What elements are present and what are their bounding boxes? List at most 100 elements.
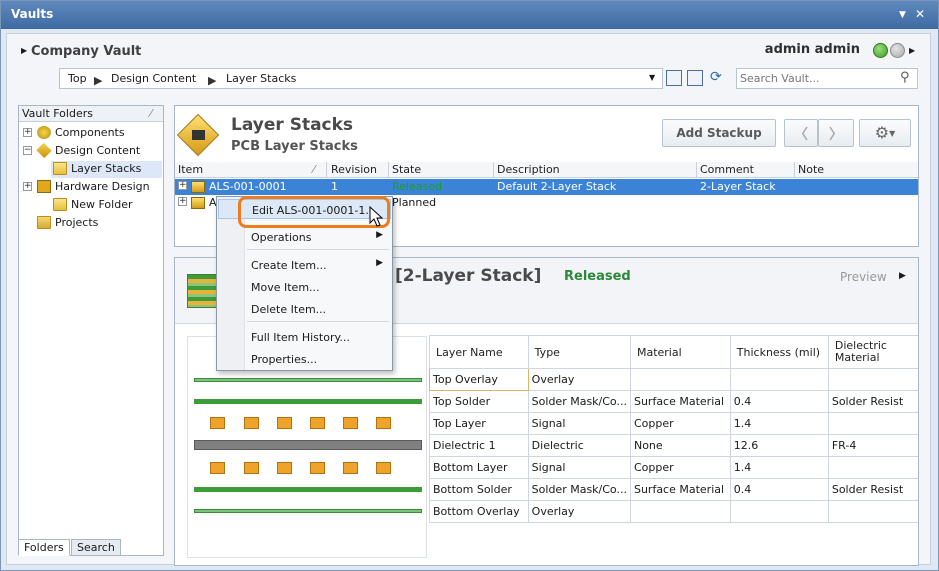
cell-type[interactable]: Solder Mask/Co... — [527, 478, 631, 501]
col-layer-name[interactable]: Layer Name — [429, 335, 529, 369]
table-row[interactable]: Dielectric 1 Dielectric None 12.6 FR-4 — [429, 434, 918, 457]
cell-dielectric-material[interactable] — [827, 368, 918, 391]
more-arrow-icon[interactable]: ▶ — [909, 46, 915, 55]
cell-type[interactable]: Overlay — [527, 500, 631, 523]
preview-label[interactable]: Preview — [840, 270, 887, 284]
col-description[interactable]: Description — [497, 163, 560, 176]
cell-type[interactable]: Overlay — [527, 368, 631, 391]
cell-dielectric-material[interactable] — [827, 500, 918, 523]
table-row[interactable]: Top Layer Signal Copper 1.4 — [429, 412, 918, 435]
refresh-icon[interactable]: ⟳ — [710, 69, 722, 85]
view-list-icon[interactable] — [666, 70, 682, 86]
dropdown-icon[interactable]: ▼ — [899, 10, 906, 20]
cell-thickness[interactable]: 1.4 — [729, 456, 829, 479]
window-title: Vaults — [11, 7, 54, 21]
col-dielectric-material[interactable]: Dielectric Material — [827, 335, 918, 369]
next-button[interactable]: 〉 — [818, 119, 854, 147]
tree-item-label: Components — [55, 126, 125, 139]
close-icon[interactable]: ✕ — [915, 7, 925, 21]
cell-type[interactable]: Signal — [527, 456, 631, 479]
cell-material[interactable]: None — [629, 434, 731, 457]
cell-thickness[interactable] — [729, 500, 829, 523]
cell-thickness[interactable]: 0.4 — [729, 478, 829, 501]
grid-header: Item ⁄ Revision State Description Commen… — [175, 162, 918, 178]
tab-search[interactable]: Search — [71, 539, 121, 556]
cell-dielectric-material[interactable] — [827, 412, 918, 435]
col-comment[interactable]: Comment — [700, 163, 754, 176]
col-note[interactable]: Note — [798, 163, 824, 176]
cell-layer-name[interactable]: Top Overlay — [429, 368, 529, 391]
cell-thickness[interactable]: 12.6 — [729, 434, 829, 457]
menu-item-properties[interactable]: Properties... — [218, 349, 391, 369]
cell-dielectric-material[interactable]: Solder Resist — [827, 478, 918, 501]
sort-icon[interactable]: ⁄ — [313, 163, 315, 176]
preview-arrow-icon[interactable]: ▶ — [899, 271, 906, 281]
gear-icon[interactable]: ⚙▼ — [859, 119, 911, 147]
cell-dielectric-material[interactable] — [827, 456, 918, 479]
cell-layer-name[interactable]: Top Layer — [429, 412, 529, 435]
col-type[interactable]: Type — [527, 335, 631, 369]
menu-item-label: Move Item... — [251, 281, 320, 294]
search-icon[interactable]: ⚲ — [900, 70, 910, 85]
cell-layer-name[interactable]: Dielectric 1 — [429, 434, 529, 457]
add-stackup-button[interactable]: Add Stackup — [662, 119, 776, 147]
search-box: ⚲ — [736, 68, 918, 89]
breadcrumb-design-content[interactable]: Design Content — [111, 72, 196, 85]
col-thickness[interactable]: Thickness (mil) — [729, 335, 829, 369]
expand-icon[interactable]: + — [23, 182, 32, 191]
tree-item-layer-stacks[interactable]: Layer Stacks — [51, 161, 162, 178]
menu-item-full-item-history[interactable]: Full Item History... — [218, 327, 391, 347]
folder-icon — [53, 198, 67, 211]
cell-material[interactable] — [629, 500, 731, 523]
col-material[interactable]: Material — [629, 335, 731, 369]
prev-button[interactable]: 〈 — [784, 119, 818, 147]
search-input[interactable] — [740, 71, 890, 86]
cell-type[interactable]: Solder Mask/Co... — [527, 390, 631, 413]
expand-icon[interactable]: + — [23, 128, 32, 137]
cell-thickness[interactable] — [729, 368, 829, 391]
cell-type[interactable]: Dielectric — [527, 434, 631, 457]
breadcrumb-layer-stacks[interactable]: Layer Stacks — [226, 72, 296, 85]
table-row[interactable]: Bottom Layer Signal Copper 1.4 — [429, 456, 918, 479]
table-row[interactable]: Top Solder Solder Mask/Co... Surface Mat… — [429, 390, 918, 413]
collapse-icon[interactable]: − — [23, 146, 32, 155]
breadcrumb-top[interactable]: Top — [68, 72, 87, 85]
cell-thickness[interactable]: 0.4 — [729, 390, 829, 413]
menu-item-label: Operations — [251, 231, 312, 244]
menu-item-create-item[interactable]: Create Item... ▶ — [218, 255, 391, 275]
cell-dielectric-material[interactable]: FR-4 — [827, 434, 918, 457]
table-row[interactable]: Top Overlay Overlay — [429, 368, 918, 391]
forward-icon[interactable] — [890, 43, 905, 58]
back-icon[interactable] — [873, 43, 888, 58]
expand-icon[interactable]: + — [178, 181, 187, 190]
col-item[interactable]: Item — [178, 163, 203, 176]
cell-material[interactable]: Surface Material — [629, 478, 731, 501]
cell-layer-name[interactable]: Bottom Solder — [429, 478, 529, 501]
cell-material[interactable]: Surface Material — [629, 390, 731, 413]
cell-layer-name[interactable]: Bottom Overlay — [429, 500, 529, 523]
cell-layer-name[interactable]: Bottom Layer — [429, 456, 529, 479]
table-row[interactable]: Bottom Overlay Overlay — [429, 500, 918, 523]
cell-type[interactable]: Signal — [527, 412, 631, 435]
cell-layer-name[interactable]: Top Solder — [429, 390, 529, 413]
components-icon — [37, 126, 51, 139]
sort-icon[interactable]: ⁄ — [150, 107, 152, 120]
tree-item-label: New Folder — [71, 198, 133, 211]
expand-arrow-icon[interactable]: ▶ — [21, 46, 27, 55]
expand-icon[interactable]: + — [178, 197, 187, 206]
tab-folders[interactable]: Folders — [18, 539, 70, 556]
menu-item-delete-item[interactable]: Delete Item... — [218, 299, 391, 319]
breadcrumb-dropdown-icon[interactable]: ▼ — [649, 73, 655, 82]
cell-material[interactable]: Copper — [629, 412, 731, 435]
table-row[interactable]: + ALS-001-0001 1 Released Default 2-Laye… — [175, 179, 918, 195]
menu-item-move-item[interactable]: Move Item... — [218, 277, 391, 297]
view-detail-icon[interactable] — [687, 70, 703, 86]
col-revision[interactable]: Revision — [331, 163, 377, 176]
menu-item-operations[interactable]: Operations ▶ — [218, 227, 391, 247]
cell-thickness[interactable]: 1.4 — [729, 412, 829, 435]
cell-material[interactable] — [629, 368, 731, 391]
cell-dielectric-material[interactable]: Solder Resist — [827, 390, 918, 413]
col-state[interactable]: State — [392, 163, 421, 176]
cell-material[interactable]: Copper — [629, 456, 731, 479]
table-row[interactable]: Bottom Solder Solder Mask/Co... Surface … — [429, 478, 918, 501]
